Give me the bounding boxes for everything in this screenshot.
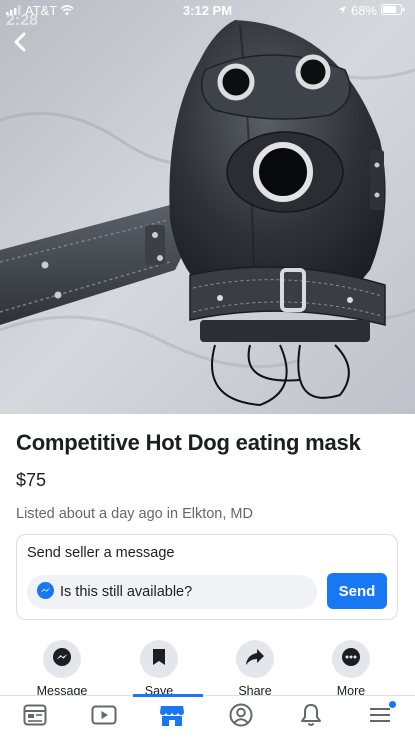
- menu-notification-dot: [389, 701, 396, 708]
- action-row: Message Save Share More: [0, 638, 415, 695]
- marketplace-icon: [159, 703, 185, 732]
- listing-meta: Listed about a day ago in Elkton, MD: [16, 506, 253, 522]
- save-action-button[interactable]: Save: [119, 638, 199, 695]
- bookmark-icon: [152, 648, 166, 671]
- listing-price: $75: [16, 470, 47, 490]
- news-feed-icon: [23, 704, 47, 731]
- messenger-icon: [52, 647, 72, 672]
- share-action-label: Share: [238, 684, 272, 695]
- send-button[interactable]: Send: [327, 573, 387, 609]
- bottom-tab-bar: [0, 694, 415, 740]
- status-right: 68%: [337, 3, 405, 18]
- message-seller-card: Send seller a message Is this still avai…: [16, 534, 398, 620]
- messenger-icon: [37, 581, 54, 603]
- message-input[interactable]: Is this still available?: [27, 575, 317, 609]
- tab-news-feed[interactable]: [15, 702, 55, 732]
- message-input-text: Is this still available?: [60, 584, 193, 600]
- listing-title: Competitive Hot Dog eating mask: [16, 430, 361, 455]
- tab-watch[interactable]: [84, 702, 124, 732]
- more-action-button[interactable]: More: [311, 638, 391, 695]
- menu-icon: [368, 705, 392, 730]
- active-tab-indicator: [133, 694, 203, 697]
- message-action-button[interactable]: Message: [22, 638, 102, 695]
- bell-icon: [300, 703, 322, 732]
- ghost-status-time: 2:28: [6, 12, 39, 29]
- share-icon: [245, 648, 265, 671]
- message-action-circle: [43, 640, 81, 678]
- status-bar: AT&T 3:12 PM 68% 2:28: [0, 0, 415, 29]
- back-button[interactable]: [6, 30, 34, 58]
- save-action-circle: [140, 640, 178, 678]
- more-action-circle: [332, 640, 370, 678]
- battery-percent: 68%: [350, 3, 377, 18]
- chevron-left-icon: [13, 32, 27, 57]
- share-action-button[interactable]: Share: [215, 638, 295, 695]
- more-icon: [341, 647, 361, 672]
- tab-notifications[interactable]: [291, 702, 331, 732]
- message-action-label: Message: [36, 684, 88, 695]
- location-arrow-icon: [337, 3, 347, 18]
- profile-icon: [229, 703, 253, 732]
- listing-photo[interactable]: [0, 0, 415, 414]
- tab-profile[interactable]: [221, 702, 261, 732]
- video-icon: [91, 705, 117, 730]
- more-action-label: More: [336, 684, 366, 695]
- share-action-circle: [236, 640, 274, 678]
- tab-menu[interactable]: [360, 701, 400, 732]
- mask-photo-illustration: [0, 0, 415, 414]
- message-card-heading: Send seller a message: [27, 545, 175, 561]
- tab-marketplace[interactable]: [152, 702, 192, 732]
- battery-icon: [381, 3, 405, 18]
